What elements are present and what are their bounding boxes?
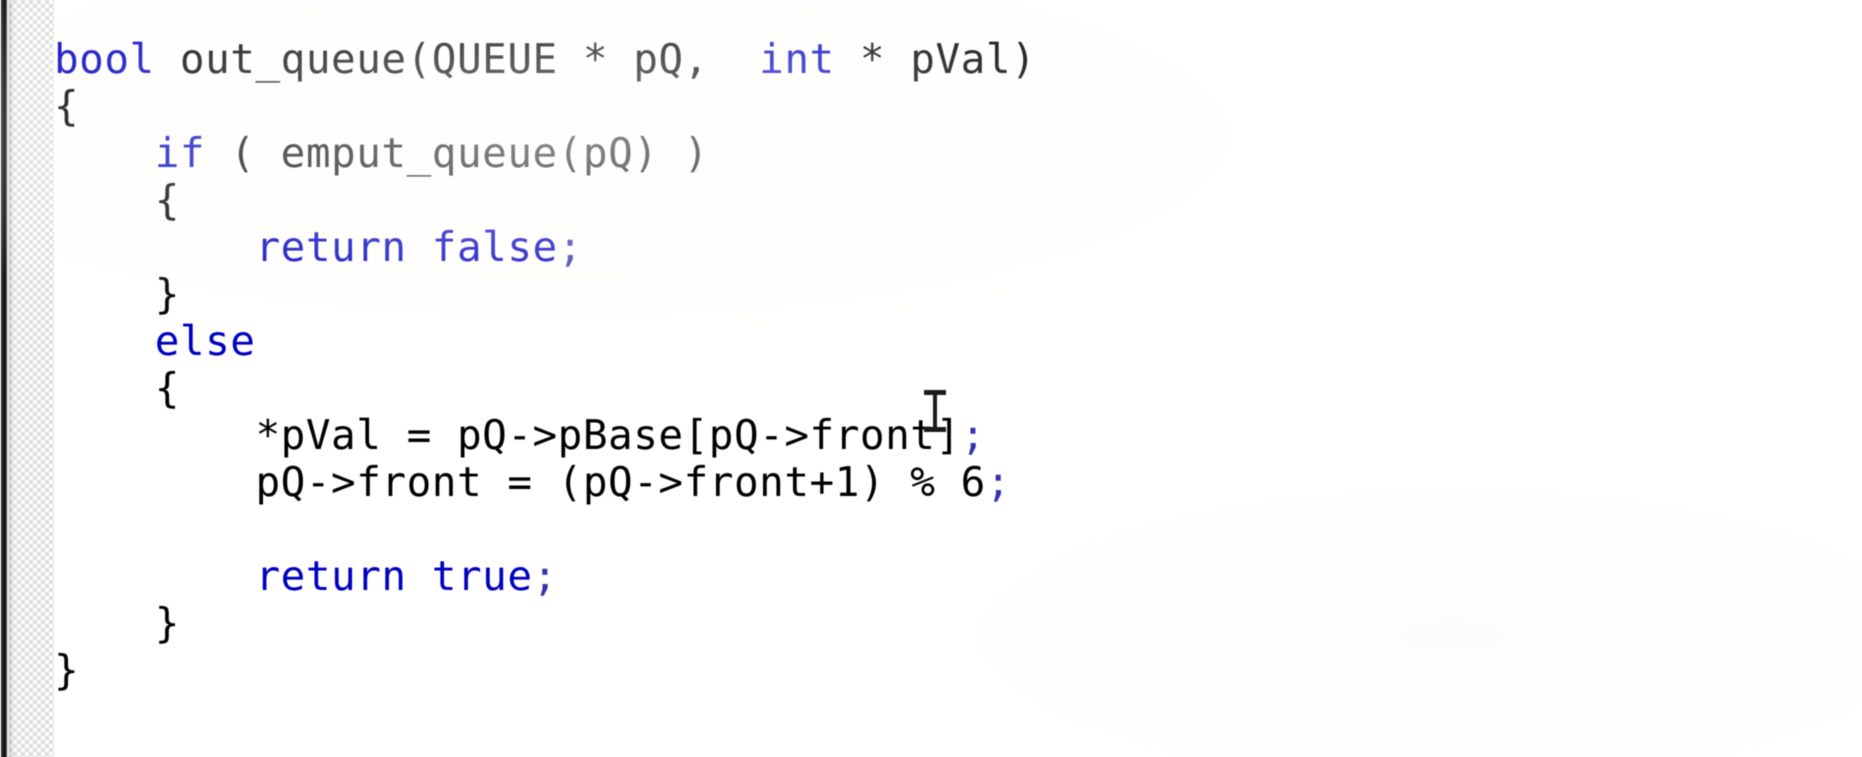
code-line[interactable]: if ( emput_queue(pQ) ) xyxy=(54,130,1036,177)
code-token: { xyxy=(54,82,80,130)
code-token: { xyxy=(54,364,180,412)
selection-margin-shadow xyxy=(9,0,14,757)
code-token: else xyxy=(154,317,256,365)
code-token: { xyxy=(54,176,180,224)
code-token: return false xyxy=(255,223,558,271)
code-token: * pVal) xyxy=(834,35,1037,83)
editor-left-border xyxy=(0,0,9,757)
code-line[interactable]: { xyxy=(54,83,1036,130)
code-token: *pVal = pQ->pBase[pQ->front] xyxy=(54,411,961,459)
code-token: } xyxy=(54,646,80,694)
code-line[interactable]: { xyxy=(54,177,1036,224)
code-token: ; xyxy=(557,223,583,271)
code-token: } xyxy=(54,270,180,318)
code-token: ; xyxy=(985,458,1011,506)
code-token: if xyxy=(154,129,206,177)
code-token: return true xyxy=(255,552,533,600)
code-token: pQ->front = (pQ->front+1) % 6 xyxy=(54,458,986,506)
selection-margin-strip[interactable] xyxy=(9,0,54,757)
code-line[interactable]: pQ->front = (pQ->front+1) % 6; xyxy=(54,459,1036,506)
code-lines-container[interactable]: bool out_queue(QUEUE * pQ, int * pVal){ … xyxy=(54,36,1036,694)
code-line[interactable]: bool out_queue(QUEUE * pQ, int * pVal) xyxy=(54,36,1036,83)
code-token: } xyxy=(54,599,180,647)
code-token: out_queue(QUEUE * pQ, xyxy=(154,35,760,83)
code-token: ; xyxy=(960,411,986,459)
code-line[interactable]: } xyxy=(54,647,1036,694)
code-line[interactable]: return true; xyxy=(54,553,1036,600)
code-token: int xyxy=(759,35,835,83)
code-editor-window[interactable]: bool out_queue(QUEUE * pQ, int * pVal){ … xyxy=(0,0,1862,757)
code-token: bool xyxy=(54,35,155,83)
code-line[interactable]: else xyxy=(54,318,1036,365)
code-line[interactable]: *pVal = pQ->pBase[pQ->front]; xyxy=(54,412,1036,459)
code-line[interactable]: } xyxy=(54,271,1036,318)
code-token: ; xyxy=(532,552,558,600)
code-line[interactable]: return false; xyxy=(54,224,1036,271)
code-line[interactable]: } xyxy=(54,600,1036,647)
code-token: ( emput_queue(pQ) ) xyxy=(205,129,709,177)
code-line[interactable] xyxy=(54,506,1036,553)
code-line[interactable]: { xyxy=(54,365,1036,412)
code-text-area[interactable]: bool out_queue(QUEUE * pQ, int * pVal){ … xyxy=(54,0,1862,757)
